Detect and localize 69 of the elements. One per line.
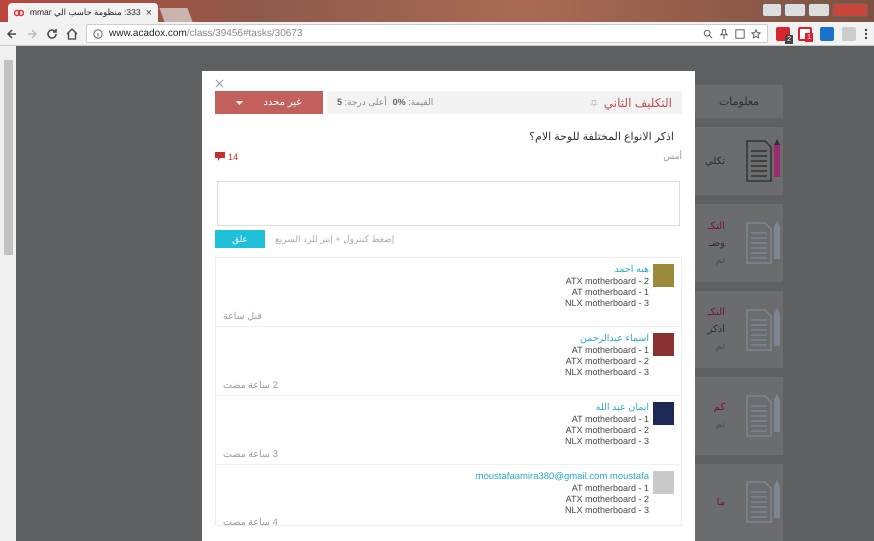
new-tab-button[interactable] [159,8,193,22]
task-list-icon [745,392,783,440]
card-title: كم [714,402,725,413]
card-text: اذكر [707,324,725,336]
tab-close-button[interactable]: × [146,6,152,18]
reply-text: ATX motherboard - 2 [566,425,649,436]
author-link[interactable]: moustafaamira380@gmail.com moustafa [476,471,649,483]
card-text: وضـ [708,238,725,249]
reply-text: ATX motherboard - 2 [566,494,649,505]
menu-icon [864,28,868,40]
scrollbar[interactable] [0,46,16,541]
reply-text: NLX motherboard - 3 [564,505,649,516]
reply-time: 3 ساعة مضت [223,449,278,460]
post-date: أمس [663,151,682,162]
zoom-icon [703,28,713,38]
reply-text: ATX motherboard - 2 [566,276,649,287]
address-bar[interactable]: www.acadox.com/class/39456#tasks/30673 [86,24,768,43]
shortcut-hint: إضغط كنترول + إنتر للرد السريع [275,234,394,244]
comment-count: 14 [228,152,238,162]
card-title: تكلي [705,156,725,167]
caret-icon [236,100,244,104]
author-link[interactable]: ايمان عبد الله [596,402,649,414]
tab-title: 333: منظومة حاسب الي mmar [29,7,141,18]
minimize-button[interactable] [784,3,806,17]
reply-time: قبل ساعة [223,311,262,322]
reply-time: 2 ساعة مضت [223,380,278,391]
star-icon [751,28,761,38]
author-link[interactable]: هبه احمد [614,264,649,276]
reply-text: ATX motherboard - 2 [566,356,649,367]
browser-tab[interactable]: 333: منظومة حاسب الي mmar × [8,3,158,22]
info-tab[interactable]: معلومات [695,85,783,118]
reply-text: AT motherboard - 1 [572,287,649,298]
card-title: ما [716,496,725,508]
task-card[interactable]: ما [695,464,783,541]
comment-button[interactable]: علق [215,230,265,248]
extension-icon[interactable] [820,26,834,40]
pin-icon [590,98,598,106]
reply-text: NLX motherboard - 3 [564,298,649,309]
close-icon [215,79,224,88]
avatar-photo-placeholder [653,402,674,425]
avatar-photo-placeholder [653,333,674,356]
card-title: التكـ [708,220,725,232]
reload-icon [46,28,58,40]
reply-text: AT motherboard - 1 [572,483,649,494]
author-link[interactable]: اسماء عبدالرحمن [580,333,649,345]
info-icon [93,28,103,38]
pin-icon [719,28,729,38]
comment-icon [215,152,225,161]
task-list-icon [745,306,783,354]
restore-button[interactable] [808,3,830,17]
task-title: التكليف الثاني [604,96,672,110]
home-icon [66,28,78,40]
site-logo-icon [14,8,24,16]
reply-text: NLX motherboard - 3 [564,436,649,447]
reply-time: 4 ساعة مضت [223,517,278,528]
reply-text: AT motherboard - 1 [572,414,649,425]
avatar-photo-placeholder [653,264,674,287]
status-dropdown[interactable]: غير محدد [215,91,323,114]
url-text: www.acadox.com/class/39456#tasks/30673 [109,28,302,39]
card-title: التكـ [707,307,725,318]
task-card[interactable]: تكلي [695,126,783,196]
question-text: اذكر الانواع المختلفة للوحة الام؟ [528,130,674,143]
back-icon [6,28,18,40]
reply-text: AT motherboard - 1 [572,345,649,356]
reply-text: NLX motherboard - 3 [564,367,649,378]
forward-icon [26,28,38,40]
profile-button[interactable] [762,3,782,17]
avatar-photo-placeholder [653,471,674,494]
reply-field[interactable] [217,181,680,226]
